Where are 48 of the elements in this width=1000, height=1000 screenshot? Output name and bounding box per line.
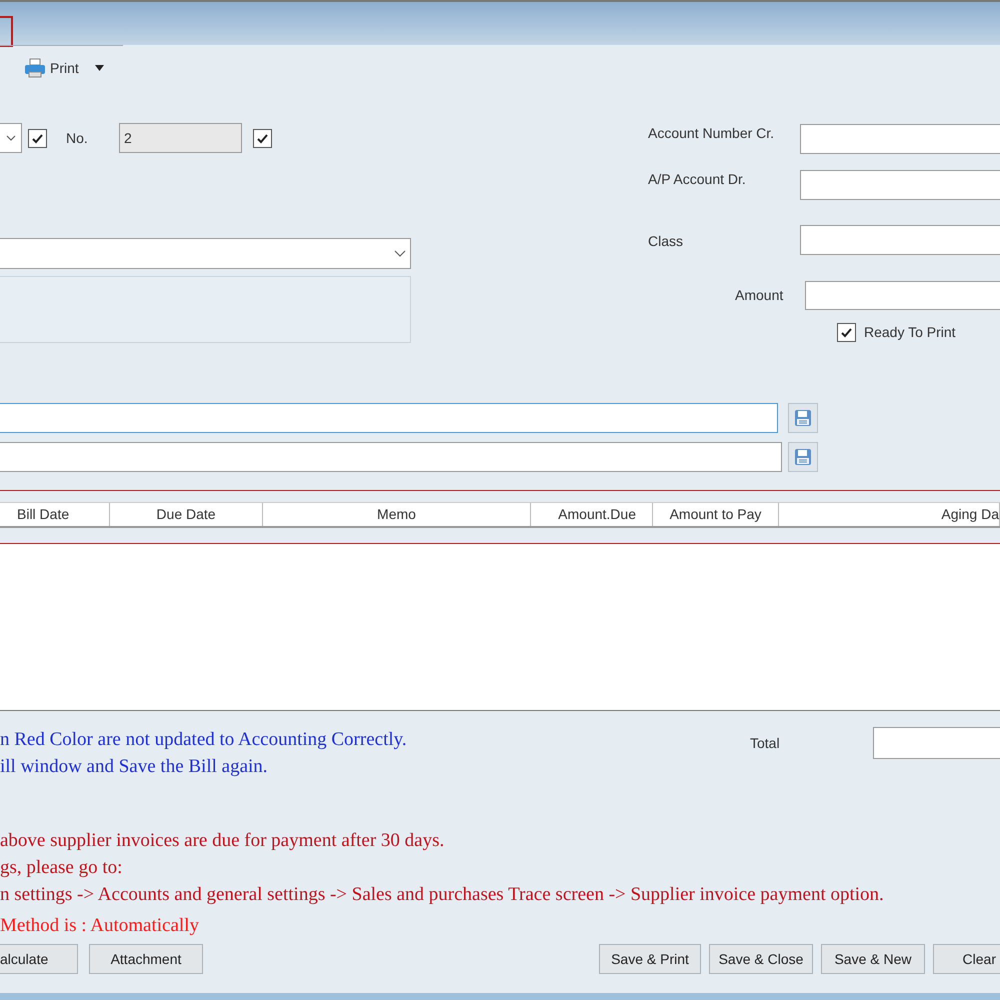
chevron-icon [394, 250, 406, 257]
total-field[interactable] [873, 727, 1000, 759]
dropdown[interactable] [0, 123, 22, 153]
message-text: n settings -> Accounts and general settings -> Sales and purchases Trace screen -> Supplier invoice payment option. [0, 883, 884, 907]
amount-field[interactable] [805, 281, 1000, 310]
number-label: No. [66, 128, 89, 148]
checkbox-label: Ready To Print [864, 323, 956, 342]
column-header[interactable]: Memo [263, 503, 531, 526]
column-header[interactable]: Aging Da [779, 503, 1000, 526]
action-button[interactable]: alculate [0, 944, 78, 974]
checkbox[interactable] [837, 323, 856, 342]
column-header[interactable]: Bill Date [0, 503, 110, 526]
checkbox[interactable] [253, 128, 272, 148]
field-label: A/P Account Dr. [647, 170, 747, 189]
dropdown[interactable] [0, 238, 411, 269]
column-header[interactable]: Amount.Due [531, 503, 653, 526]
column-header[interactable]: Due Date [110, 503, 263, 526]
check-icon [840, 326, 853, 339]
action-button[interactable]: Save & Print [599, 944, 701, 974]
message-text: Method is : Automatically [0, 914, 199, 938]
caret-icon[interactable] [94, 65, 104, 71]
message-text: gs, please go to: [0, 856, 122, 880]
print-button[interactable]: Print [24, 57, 104, 79]
total-label: Total [750, 734, 781, 752]
chevron-icon [6, 135, 16, 141]
amount-label: Amount [734, 286, 784, 305]
input-field[interactable] [0, 442, 782, 472]
check-icon [31, 132, 44, 144]
action-button[interactable]: Save & Close [709, 944, 813, 974]
action-button[interactable]: Attachment [89, 944, 203, 974]
input-field[interactable] [800, 225, 1000, 255]
column-header[interactable]: Amount to Pay [653, 503, 779, 526]
message-text: above supplier invoices are due for payment after 30 days. [0, 829, 444, 853]
input-field[interactable] [800, 170, 1000, 200]
check-icon [256, 132, 269, 144]
action-button[interactable]: Clear [933, 944, 1000, 974]
action-button[interactable]: Save & New [821, 944, 925, 974]
input-field[interactable] [800, 124, 1000, 154]
message-text: n Red Color are not updated to Accounting Correctly. [0, 728, 407, 752]
printer-icon [24, 57, 46, 79]
number-field[interactable]: 2 [119, 123, 242, 153]
field-label: Class [647, 232, 684, 251]
save-icon[interactable] [788, 403, 818, 433]
input-field[interactable] [0, 403, 778, 433]
save-icon[interactable] [788, 442, 818, 472]
message-text: ill window and Save the Bill again. [0, 755, 268, 779]
checkbox[interactable] [28, 128, 47, 148]
field-label: Account Number Cr. [647, 124, 776, 143]
